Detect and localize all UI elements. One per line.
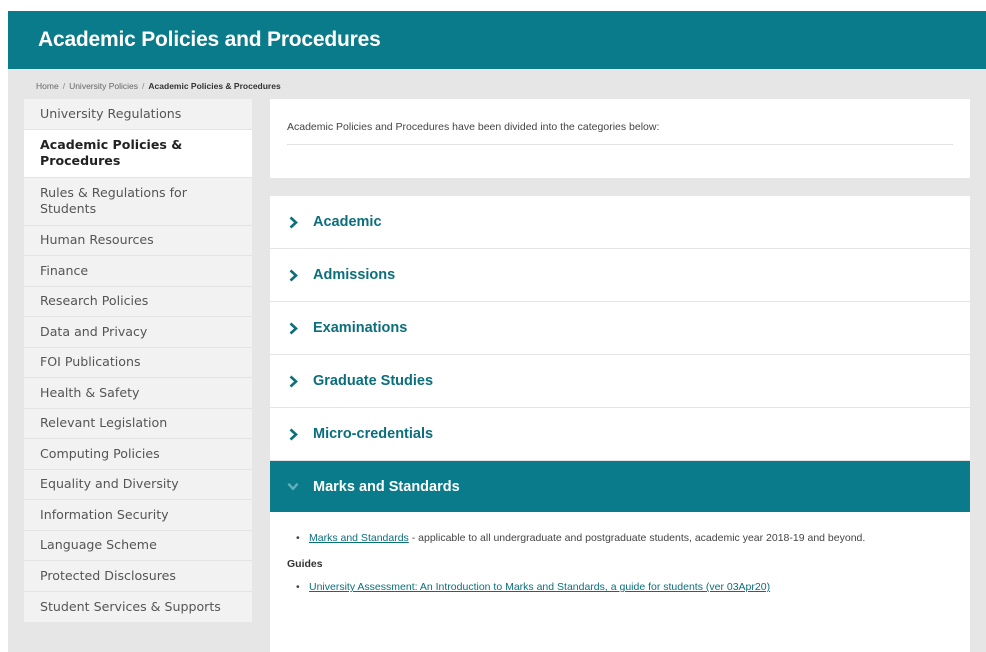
link-description: - applicable to all undergraduate and po… bbox=[408, 532, 866, 544]
list-item: Marks and Standards - applicable to all … bbox=[287, 530, 953, 546]
sidebar-item-university-regulations[interactable]: University Regulations bbox=[24, 99, 252, 130]
chevron-down-icon bbox=[287, 480, 299, 494]
intro-panel: Academic Policies and Procedures have be… bbox=[270, 99, 970, 178]
chevron-right-icon bbox=[287, 427, 299, 441]
divider bbox=[287, 144, 953, 145]
sidebar-item-equality-diversity[interactable]: Equality and Diversity bbox=[24, 470, 252, 500]
breadcrumb-home[interactable]: Home bbox=[36, 81, 59, 91]
accordion-label: Marks and Standards bbox=[313, 478, 460, 495]
chevron-right-icon bbox=[287, 268, 299, 282]
list-item: University Assessment: An Introduction t… bbox=[287, 579, 953, 595]
accordion-panel-marks-standards: Marks and Standards - applicable to all … bbox=[270, 512, 970, 595]
sidebar-item-data-privacy[interactable]: Data and Privacy bbox=[24, 317, 252, 348]
policy-list: Marks and Standards - applicable to all … bbox=[287, 530, 953, 546]
sidebar-item-finance[interactable]: Finance bbox=[24, 256, 252, 287]
sidebar-item-relevant-legislation[interactable]: Relevant Legislation bbox=[24, 409, 252, 439]
sidebar-item-computing-policies[interactable]: Computing Policies bbox=[24, 439, 252, 470]
sidebar-item-rules-regulations[interactable]: Rules & Regulations for Students bbox=[24, 178, 252, 226]
accordion-item-examinations[interactable]: Examinations bbox=[270, 302, 970, 355]
breadcrumb: Home / University Policies / Academic Po… bbox=[36, 79, 281, 93]
sidebar-item-human-resources[interactable]: Human Resources bbox=[24, 226, 252, 256]
sidebar-nav: University Regulations Academic Policies… bbox=[24, 99, 252, 622]
sidebar-item-student-services[interactable]: Student Services & Supports bbox=[24, 592, 252, 623]
guides-heading: Guides bbox=[287, 558, 323, 570]
assessment-guide-link[interactable]: University Assessment: An Introduction t… bbox=[309, 581, 770, 593]
sidebar-item-information-security[interactable]: Information Security bbox=[24, 500, 252, 531]
accordion-label: Admissions bbox=[313, 267, 396, 283]
page-title: Academic Policies and Procedures bbox=[38, 28, 381, 51]
intro-text: Academic Policies and Procedures have be… bbox=[287, 121, 660, 133]
chevron-right-icon bbox=[287, 321, 299, 335]
breadcrumb-current: Academic Policies & Procedures bbox=[148, 81, 281, 91]
accordion-label: Examinations bbox=[313, 320, 408, 336]
sidebar-item-research-policies[interactable]: Research Policies bbox=[24, 287, 252, 317]
accordion-item-graduate-studies[interactable]: Graduate Studies bbox=[270, 355, 970, 408]
sidebar-item-language-scheme[interactable]: Language Scheme bbox=[24, 531, 252, 561]
chevron-right-icon bbox=[287, 215, 299, 229]
breadcrumb-separator: / bbox=[62, 81, 66, 91]
accordion-item-marks-standards[interactable]: Marks and Standards bbox=[270, 461, 970, 512]
accordion-label: Graduate Studies bbox=[313, 373, 434, 389]
guides-list: University Assessment: An Introduction t… bbox=[287, 579, 953, 595]
chevron-right-icon bbox=[287, 374, 299, 388]
marks-standards-link[interactable]: Marks and Standards bbox=[309, 532, 409, 544]
page-header: Academic Policies and Procedures bbox=[8, 11, 986, 69]
sidebar-item-academic-policies[interactable]: Academic Policies & Procedures bbox=[24, 129, 252, 178]
accordion-label: Academic bbox=[313, 214, 382, 230]
policy-accordion: Academic Admissions Examinations Graduat… bbox=[270, 196, 970, 652]
breadcrumb-university-policies[interactable]: University Policies bbox=[69, 81, 138, 91]
sidebar-item-protected-disclosures[interactable]: Protected Disclosures bbox=[24, 561, 252, 592]
accordion-item-admissions[interactable]: Admissions bbox=[270, 249, 970, 302]
sidebar-item-foi-publications[interactable]: FOI Publications bbox=[24, 348, 252, 378]
sidebar-item-health-safety[interactable]: Health & Safety bbox=[24, 378, 252, 409]
accordion-label: Micro-credentials bbox=[313, 426, 434, 442]
breadcrumb-separator: / bbox=[142, 81, 145, 91]
accordion-item-academic[interactable]: Academic bbox=[270, 196, 970, 249]
accordion-item-micro-credentials[interactable]: Micro-credentials bbox=[270, 408, 970, 461]
